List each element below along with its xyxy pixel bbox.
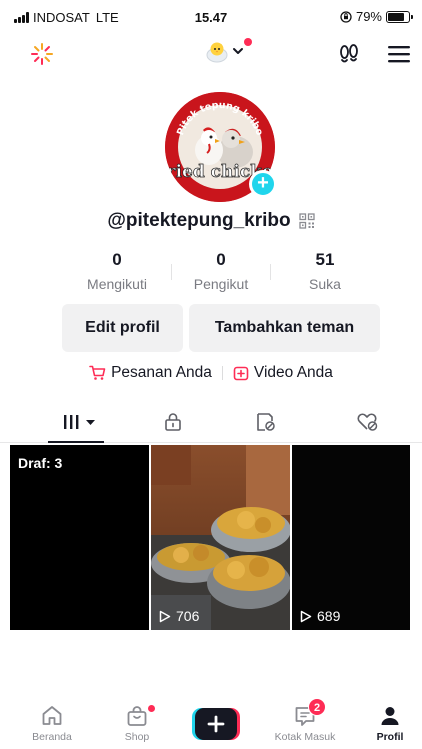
add-avatar-button[interactable]: +	[249, 170, 277, 198]
tab-reposts[interactable]	[213, 400, 318, 443]
nav-shop-label: Shop	[124, 731, 150, 743]
nav-profile-label: Profil	[376, 731, 404, 743]
battery-percent: 79%	[355, 9, 382, 24]
nav-home[interactable]: Beranda	[20, 704, 84, 743]
nav-inbox-label: Kotak Masuk	[274, 731, 336, 743]
following-stat[interactable]: 0 Mengikuti	[62, 250, 172, 292]
play-icon	[300, 610, 312, 622]
username: @pitektepung_kribo	[107, 210, 291, 231]
orientation-lock-icon	[340, 10, 352, 23]
shopping-bag-icon	[127, 706, 147, 726]
view-count-value: 706	[176, 608, 200, 624]
battery-icon	[386, 10, 413, 23]
video-thumbnail[interactable]: 706	[151, 445, 290, 630]
lock-icon	[164, 412, 181, 431]
your-videos-label: Video Anda	[253, 364, 333, 381]
drafts-label: Draf: 3	[18, 455, 63, 471]
nav-profile[interactable]: Profil	[358, 704, 422, 743]
menu-icon[interactable]	[386, 44, 412, 64]
active-tab-indicator	[48, 441, 104, 443]
profile-stats: 0 Mengikuti 0 Pengikut 51 Suka	[0, 250, 422, 294]
nav-inbox[interactable]: Kotak Masuk 2	[270, 698, 340, 743]
video-grid: Draf: 3 706 689	[10, 445, 410, 630]
nav-home-label: Beranda	[32, 731, 72, 743]
followers-count: 0	[216, 250, 226, 269]
notification-dot	[244, 38, 252, 46]
profile-links: Pesanan Anda Video Anda	[0, 364, 422, 382]
tab-private[interactable]	[120, 400, 225, 443]
likes-count: 51	[315, 250, 335, 269]
content-tabs	[0, 400, 422, 443]
cart-icon	[89, 365, 106, 380]
link-divider	[221, 366, 223, 380]
chevron-down-icon	[233, 48, 243, 54]
fried-chicken-thumbnail	[151, 445, 290, 630]
followers-stat[interactable]: 0 Pengikut	[166, 250, 276, 292]
bottom-navigation: Beranda Shop Kotak Masuk 2 Profil	[0, 698, 422, 749]
repost-icon	[256, 412, 275, 431]
profile-icon	[381, 707, 399, 725]
username-row: @pitektepung_kribo	[0, 210, 422, 232]
grid-icon	[63, 414, 95, 429]
tab-videos[interactable]	[26, 400, 131, 443]
status-bar: INDOSAT LTE 15.47 79%	[0, 0, 422, 34]
qr-code-icon[interactable]	[298, 213, 315, 229]
drafts-cell[interactable]: Draf: 3	[10, 445, 149, 630]
home-icon	[42, 706, 62, 725]
edit-profile-button[interactable]: Edit profil	[62, 304, 183, 352]
following-label: Mengikuti	[87, 276, 147, 292]
footprints-icon[interactable]	[336, 42, 362, 68]
nav-shop[interactable]: Shop	[105, 704, 169, 743]
shop-notification-dot	[148, 705, 155, 712]
your-videos-link[interactable]: Video Anda	[233, 364, 333, 382]
chick-avatar-icon	[206, 42, 228, 63]
view-count: 689	[300, 608, 340, 624]
video-add-icon	[233, 366, 249, 381]
creator-sparkle-icon[interactable]	[28, 40, 56, 68]
create-video-button[interactable]	[192, 708, 240, 740]
view-count-value: 689	[317, 608, 341, 624]
add-friends-button[interactable]: Tambahkan teman	[189, 304, 380, 352]
video-thumbnail[interactable]: 689	[292, 445, 410, 630]
liked-icon	[356, 412, 377, 431]
orders-label: Pesanan Anda	[111, 364, 212, 381]
tab-liked[interactable]	[315, 400, 420, 443]
top-bar	[0, 36, 422, 72]
battery-info: 79%	[340, 9, 413, 24]
likes-label: Suka	[309, 276, 341, 292]
orders-link[interactable]: Pesanan Anda	[89, 364, 212, 382]
account-switcher[interactable]	[204, 38, 252, 64]
play-icon	[159, 610, 171, 622]
inbox-badge: 2	[308, 698, 326, 716]
following-count: 0	[112, 250, 122, 269]
followers-label: Pengikut	[193, 276, 249, 292]
likes-stat[interactable]: 51 Suka	[270, 250, 380, 292]
view-count: 706	[159, 608, 199, 624]
